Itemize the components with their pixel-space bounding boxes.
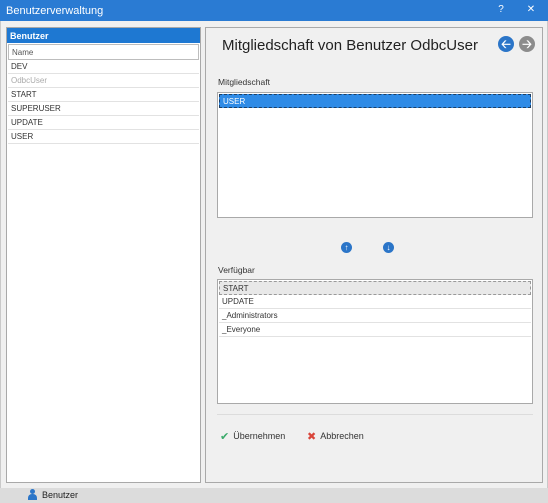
membership-panel: Mitgliedschaft von Benutzer OdbcUser 🡠 🡢… (205, 27, 543, 483)
forward-arrow-icon[interactable]: 🡢 (519, 36, 535, 52)
window-titlebar: Benutzerverwaltung ? ✕ (0, 0, 548, 21)
user-row-dev[interactable]: DEV (8, 60, 199, 74)
user-row-odbcuser[interactable]: OdbcUser (8, 74, 199, 88)
apply-button[interactable]: ✔ Übernehmen (220, 429, 285, 443)
status-bar: Benutzer (0, 488, 548, 503)
user-row-update[interactable]: UPDATE (8, 116, 199, 130)
available-item-administrators[interactable]: _Administrators (219, 309, 531, 323)
close-button[interactable]: ✕ (523, 3, 539, 17)
window-title: Benutzerverwaltung (6, 5, 104, 17)
available-item-start[interactable]: START (219, 281, 531, 295)
cancel-label: Abbrechen (320, 431, 364, 441)
available-item-everyone[interactable]: _Everyone (219, 323, 531, 337)
page-title: Mitgliedschaft von Benutzer OdbcUser (222, 37, 478, 54)
available-list[interactable]: START UPDATE _Administrators _Everyone (217, 279, 533, 404)
membership-list[interactable]: USER (217, 92, 533, 218)
move-up-icon[interactable]: ↑ (341, 242, 352, 253)
user-list-panel: Benutzer Name DEV OdbcUser START SUPERUS… (6, 27, 201, 483)
statusbar-users-item[interactable]: Benutzer (27, 489, 78, 500)
apply-label: Übernehmen (233, 431, 286, 441)
user-row-superuser[interactable]: SUPERUSER (8, 102, 199, 116)
user-row-start[interactable]: START (8, 88, 199, 102)
main-frame: Benutzer Name DEV OdbcUser START SUPERUS… (0, 21, 548, 488)
user-icon (27, 489, 38, 500)
statusbar-users-label: Benutzer (42, 489, 79, 500)
user-row-user[interactable]: USER (8, 130, 199, 144)
available-item-update[interactable]: UPDATE (219, 295, 531, 309)
divider (217, 414, 533, 415)
membership-label: Mitgliedschaft (218, 77, 270, 87)
help-button[interactable]: ? (493, 3, 509, 17)
cancel-button[interactable]: ✖ Abbrechen (307, 429, 364, 443)
name-column-header[interactable]: Name (8, 44, 199, 60)
membership-item-user[interactable]: USER (219, 94, 531, 108)
user-list-header: Benutzer (7, 28, 200, 43)
checkmark-icon: ✔ (220, 430, 230, 443)
move-down-icon[interactable]: ↓ (383, 242, 394, 253)
back-arrow-icon[interactable]: 🡠 (498, 36, 514, 52)
available-label: Verfügbar (218, 265, 255, 275)
x-icon: ✖ (307, 430, 317, 443)
